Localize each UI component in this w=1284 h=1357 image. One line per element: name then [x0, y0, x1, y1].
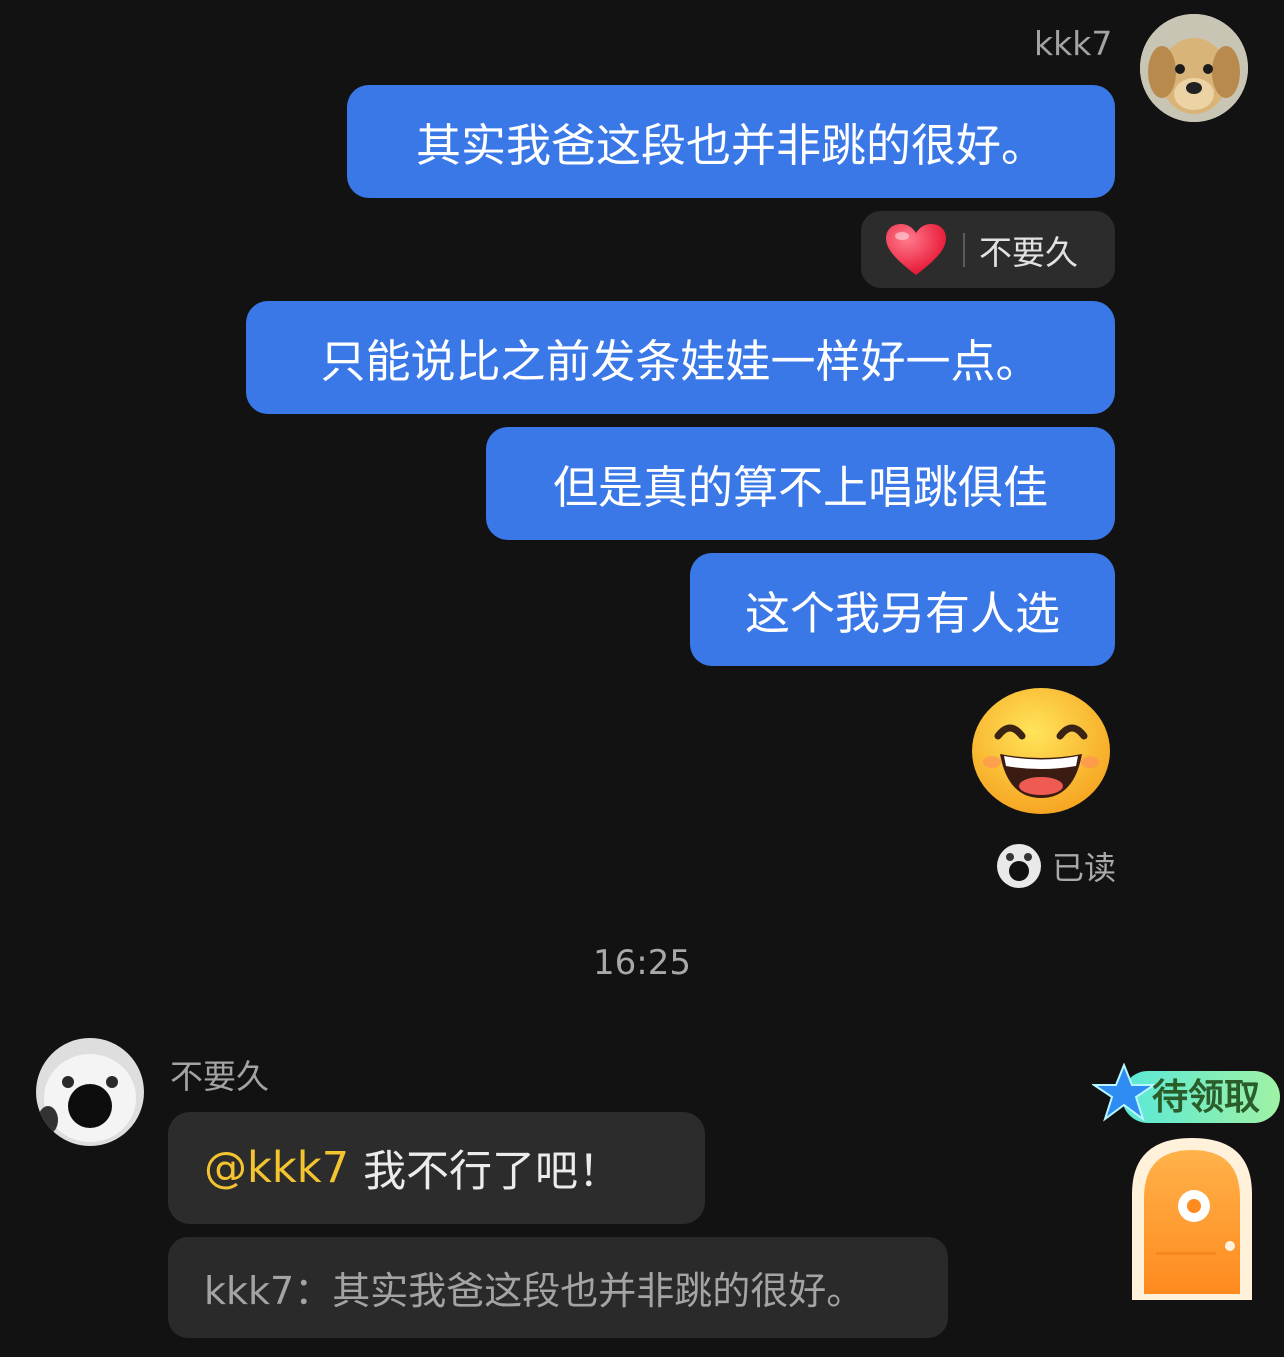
- mention-link[interactable]: @kkk7: [204, 1143, 349, 1193]
- badge-label: 待领取: [1152, 1077, 1261, 1118]
- my-avatar[interactable]: [1140, 14, 1248, 122]
- sender-name: kkk7: [1034, 24, 1113, 63]
- other-name: 不要久: [170, 1057, 269, 1096]
- read-status: 已读: [996, 843, 1116, 889]
- dog-avatar-icon: [36, 1038, 144, 1146]
- quote-text: kkk7：其实我爸这段也并非跳的很好。: [204, 1269, 865, 1313]
- door-icon: [1132, 1138, 1252, 1300]
- reaction-divider: [963, 232, 965, 267]
- reader-avatar-icon: [997, 844, 1041, 888]
- read-label: 已读: [1052, 849, 1117, 887]
- grin-emoji-message[interactable]: [970, 686, 1112, 816]
- message-bubble-out[interactable]: 只能说比之前发条娃娃一样好一点。: [246, 301, 1115, 414]
- message-bubble-out[interactable]: 其实我爸这段也并非跳的很好。: [347, 85, 1115, 198]
- other-avatar[interactable]: [36, 1038, 144, 1146]
- message-text: 这个我另有人选: [744, 587, 1060, 640]
- message-text: 只能说比之前发条娃娃一样好一点。: [320, 335, 1041, 388]
- message-text: 我不行了吧！: [363, 1147, 622, 1197]
- grin-emoji-icon: [972, 688, 1110, 814]
- quoted-message[interactable]: kkk7：其实我爸这段也并非跳的很好。: [168, 1237, 948, 1338]
- message-bubble-out[interactable]: 这个我另有人选: [690, 553, 1115, 666]
- door-widget[interactable]: [1128, 1134, 1256, 1304]
- message-text: 其实我爸这段也并非跳的很好。: [415, 119, 1046, 172]
- puppy-avatar-icon: [1140, 14, 1248, 122]
- message-text: 但是真的算不上唱跳俱佳: [552, 461, 1048, 514]
- reaction-user: 不要久: [979, 232, 1078, 272]
- heart-icon: [886, 223, 946, 275]
- message-bubble-in[interactable]: @kkk7 我不行了吧！: [168, 1112, 705, 1224]
- reaction-bar[interactable]: 不要久: [861, 211, 1115, 288]
- timestamp: 16:25: [593, 943, 691, 983]
- message-bubble-out[interactable]: 但是真的算不上唱跳俱佳: [486, 427, 1115, 540]
